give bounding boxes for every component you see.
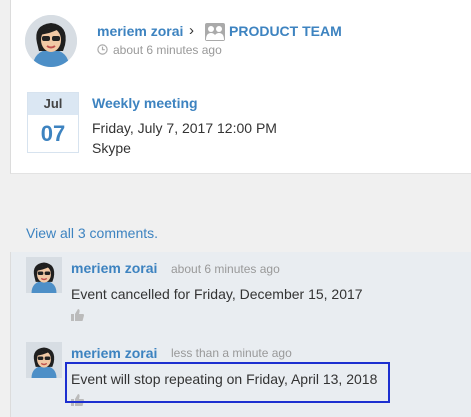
event-title-link[interactable]: Weekly meeting	[92, 95, 198, 111]
group-icon	[205, 23, 225, 41]
event-location: Skype	[92, 140, 131, 156]
view-all-comments-link[interactable]: View all 3 comments.	[26, 225, 158, 241]
comment-timestamp: less than a minute ago	[171, 346, 292, 360]
comment-avatar[interactable]	[26, 342, 62, 378]
post-timestamp: about 6 minutes ago	[113, 43, 222, 57]
comment-avatar[interactable]	[26, 257, 62, 293]
selection-highlight-box	[65, 362, 390, 403]
event-calendar-badge: Jul 07	[27, 92, 79, 153]
comment-timestamp: about 6 minutes ago	[171, 262, 280, 276]
event-datetime: Friday, July 7, 2017 12:00 PM	[92, 120, 277, 136]
comment-author-link[interactable]: meriem zorai	[71, 260, 157, 276]
comment-author-link[interactable]: meriem zorai	[71, 345, 157, 361]
event-day: 07	[40, 121, 66, 146]
author-avatar[interactable]	[25, 15, 77, 67]
breadcrumb-separator: ›	[189, 22, 194, 39]
event-month: Jul	[28, 93, 78, 115]
post-author-link[interactable]: meriem zorai	[97, 23, 183, 39]
team-link[interactable]: PRODUCT TEAM	[229, 23, 342, 39]
comment-text: Event cancelled for Friday, December 15,…	[71, 286, 363, 302]
thumbs-up-icon[interactable]	[71, 309, 84, 321]
clock-icon	[97, 44, 108, 55]
